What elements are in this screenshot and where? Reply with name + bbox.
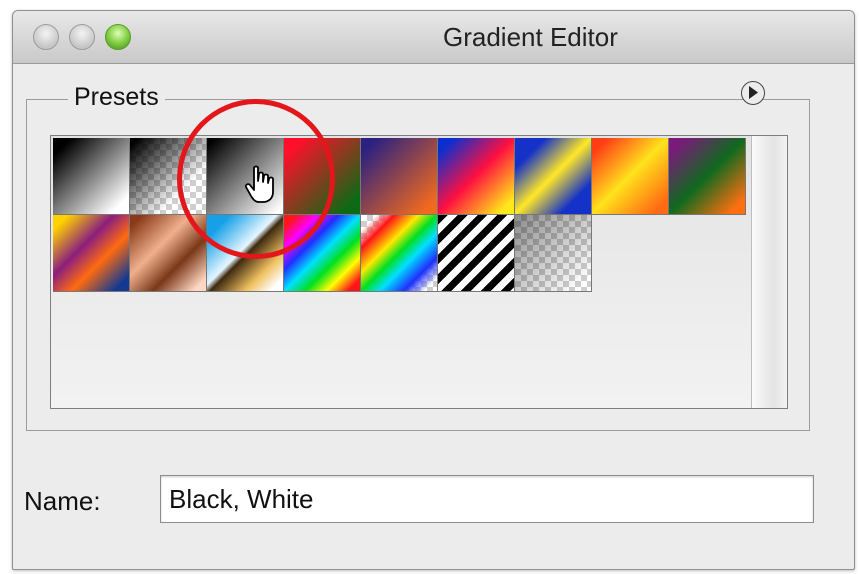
preset-swatch[interactable]	[515, 138, 592, 215]
zoom-button[interactable]	[105, 24, 131, 50]
minimize-button[interactable]	[69, 24, 95, 50]
preset-swatch[interactable]	[438, 215, 515, 292]
preset-swatch-area[interactable]	[50, 135, 788, 409]
preset-swatch[interactable]	[130, 215, 207, 292]
preset-swatch[interactable]	[207, 215, 284, 292]
vertical-scrollbar[interactable]	[751, 136, 787, 408]
preset-swatch[interactable]	[361, 138, 438, 215]
right-arrow-circle-icon	[749, 86, 758, 99]
name-label: Name:	[24, 486, 101, 516]
preset-swatch[interactable]	[284, 138, 361, 215]
window-title: Gradient Editor	[443, 22, 618, 52]
name-input[interactable]	[160, 475, 814, 523]
preset-swatch[interactable]	[284, 215, 361, 292]
preset-swatch[interactable]	[53, 138, 130, 215]
preset-swatch[interactable]	[669, 138, 746, 215]
close-button[interactable]	[33, 24, 59, 50]
title-bar[interactable]: Gradient Editor	[13, 11, 854, 64]
preset-swatch[interactable]	[53, 215, 130, 292]
preset-swatch[interactable]	[361, 215, 438, 292]
presets-menu-button[interactable]	[741, 81, 765, 105]
preset-swatch[interactable]	[438, 138, 515, 215]
preset-swatch[interactable]	[207, 138, 284, 215]
presets-label: Presets	[68, 83, 165, 112]
preset-swatch[interactable]	[515, 215, 592, 292]
preset-swatch[interactable]	[130, 138, 207, 215]
preset-swatch[interactable]	[592, 138, 669, 215]
